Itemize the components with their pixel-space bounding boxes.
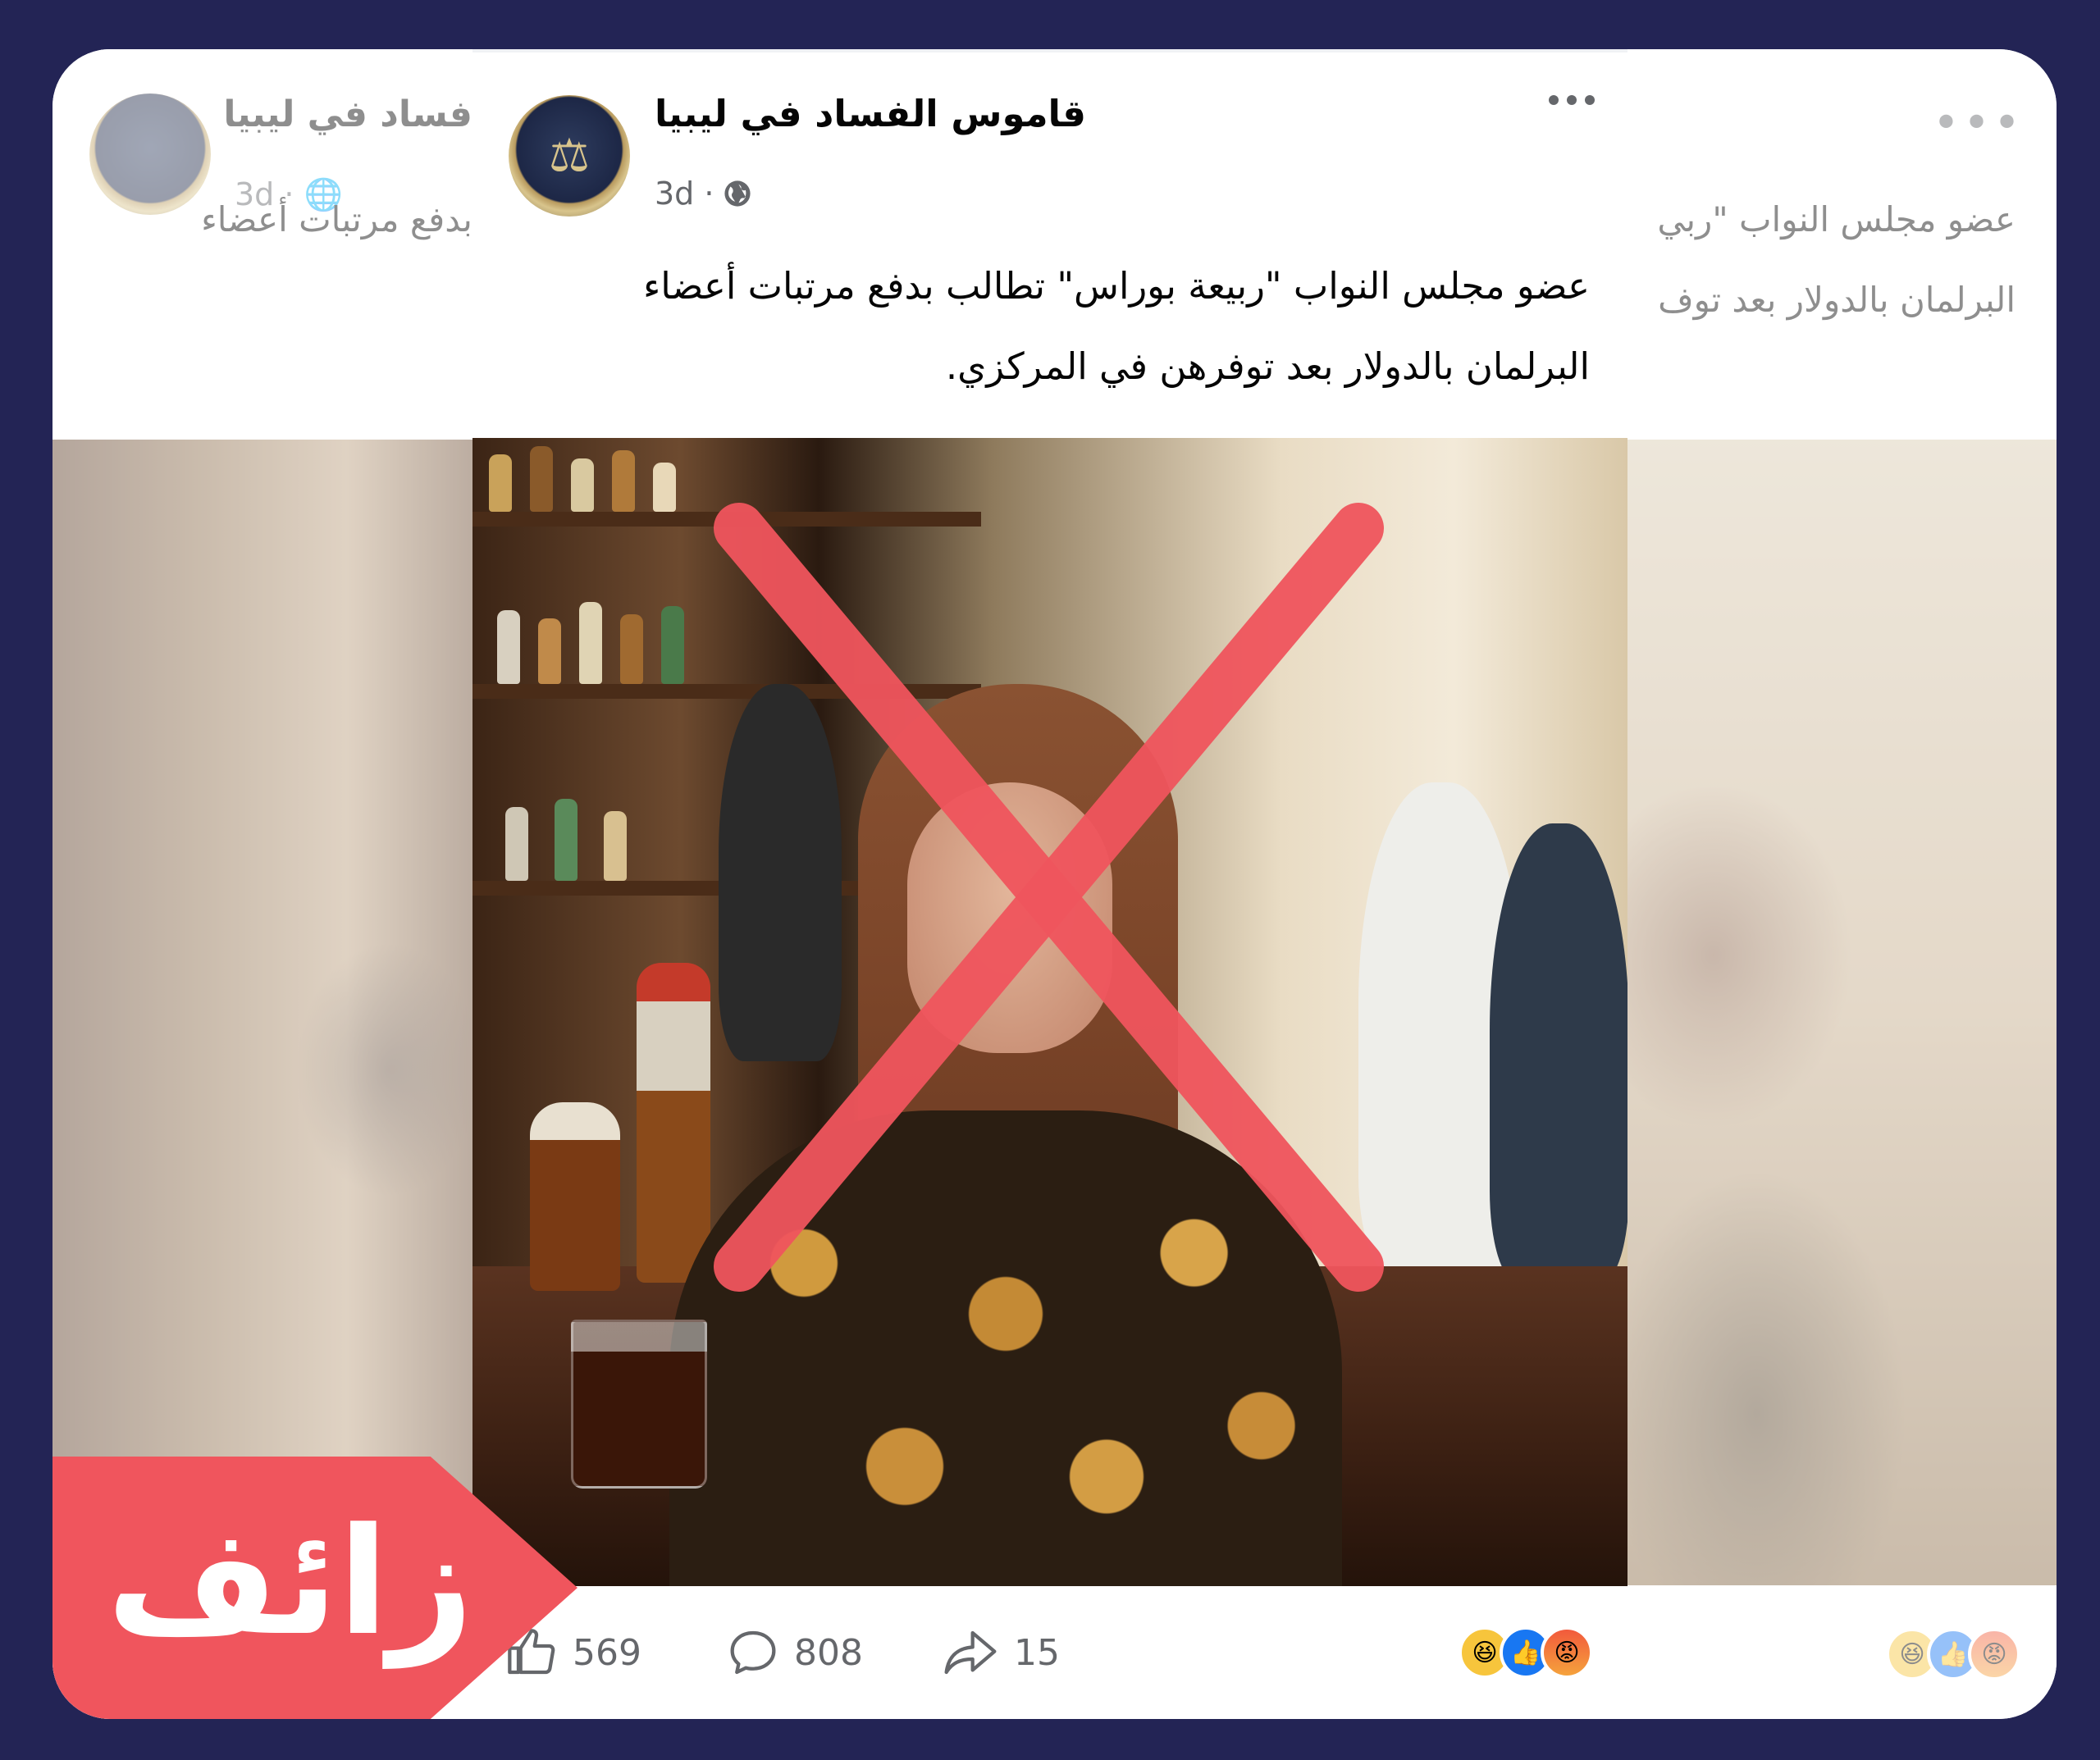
reaction-summary: 😆 👍 😡 xyxy=(1886,1628,2020,1680)
like-count: 569 xyxy=(573,1631,641,1674)
reaction-summary[interactable]: 😆 👍 😡 xyxy=(1459,1586,1593,1719)
faded-post-right: ••• عضو مجلس النواب "ربي البرلمان بالدول… xyxy=(1628,49,2057,1719)
page-avatar xyxy=(89,93,211,215)
verdict-label: زائف xyxy=(107,1497,474,1668)
share-arrow-icon xyxy=(944,1630,997,1675)
page-avatar[interactable]: ⚖ xyxy=(509,95,630,217)
more-options-icon: ••• xyxy=(1932,97,2024,150)
faded-post-photo xyxy=(1628,440,2057,1585)
share-count: 15 xyxy=(1014,1631,1060,1674)
comment-bubble-icon xyxy=(730,1630,776,1675)
post-text-line: بدفع مرتبات أعضاء xyxy=(201,199,472,239)
comment-button[interactable]: 808 xyxy=(727,1586,863,1719)
comment-count: 808 xyxy=(794,1631,863,1674)
faded-post-photo xyxy=(52,440,472,1585)
red-cross-mark xyxy=(714,503,1384,1292)
post-text: عضو مجلس النواب "ربيعة بوراس" تطالب بدفع… xyxy=(499,246,1590,407)
post-text-line: عضو مجلس النواب "ربي xyxy=(1657,199,2016,239)
page-name: فساد في ليبيا xyxy=(223,93,472,135)
post-text-line: البرلمان بالدولار بعد توفرهن في المركزي. xyxy=(945,344,1590,388)
post-photo[interactable] xyxy=(472,438,1628,1586)
post-meta: 3d · xyxy=(655,176,751,212)
page-name[interactable]: قاموس الفساد في ليبيا xyxy=(655,92,1086,135)
scales-of-justice-icon: ⚖ xyxy=(548,129,591,183)
post-text-line: البرلمان بالدولار بعد توف xyxy=(1658,280,2016,320)
angry-reaction-icon: 😡 xyxy=(1968,1628,2020,1680)
globe-icon xyxy=(724,180,751,207)
post-text-line: عضو مجلس النواب "ربيعة بوراس" تطالب بدفع… xyxy=(643,264,1590,308)
share-button[interactable]: 15 xyxy=(942,1586,1060,1719)
post-action-bar: 569 808 15 😆 👍 😡 xyxy=(472,1586,1628,1719)
facebook-post: ⚖ قاموس الفساد في ليبيا 3d · عضو مجلس ال… xyxy=(472,52,1628,1719)
angry-reaction-icon: 😡 xyxy=(1541,1626,1593,1679)
meta-separator: · xyxy=(704,176,714,212)
more-options-icon[interactable] xyxy=(1549,95,1595,105)
post-time[interactable]: 3d xyxy=(655,176,694,212)
